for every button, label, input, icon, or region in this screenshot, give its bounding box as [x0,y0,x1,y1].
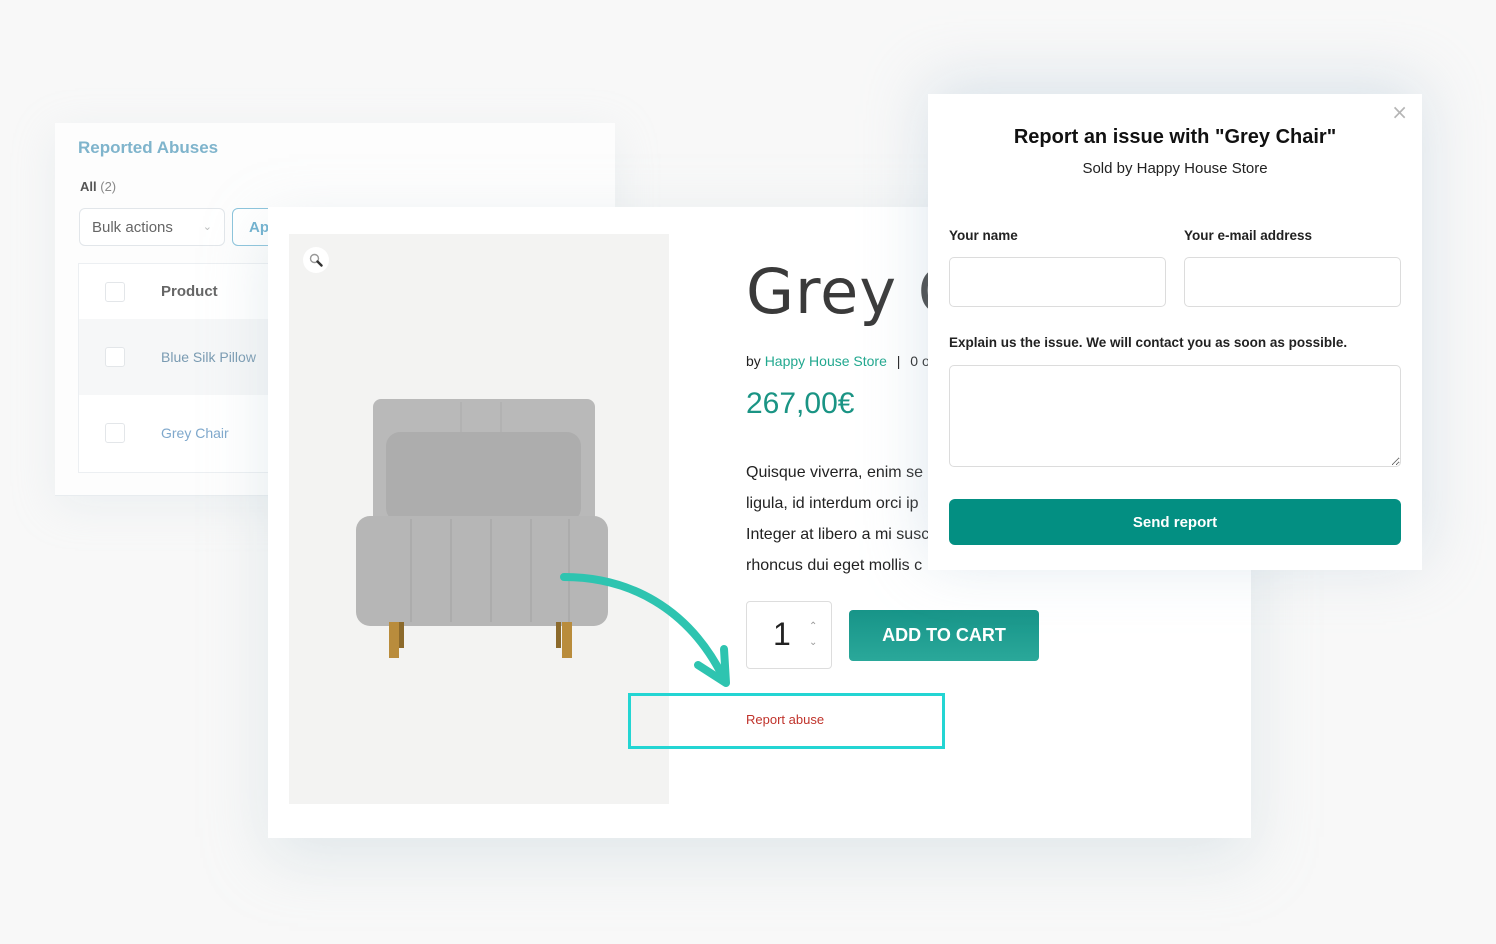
bulk-actions-select[interactable]: Bulk actions ⌄ [79,208,225,246]
zoom-button[interactable] [303,247,329,273]
product-link[interactable]: Blue Silk Pillow [161,349,256,365]
name-label: Your name [949,228,1018,243]
product-price: 267,00€ [746,387,855,420]
product-meta: by Happy House Store | 0 ord [746,353,942,369]
product-link[interactable]: Grey Chair [161,425,229,441]
description-line: rhoncus dui eget mollis c [746,557,923,574]
report-abuse-link[interactable]: Report abuse [746,712,824,727]
close-icon[interactable]: × [1391,100,1408,124]
chevron-up-icon[interactable]: ⌃ [809,622,817,632]
product-description: Quisque viverra, enim se ligula, id inte… [746,457,929,581]
description-line: Integer at libero a mi susc [746,526,930,543]
report-issue-modal: × Report an issue with "Grey Chair" Sold… [928,94,1422,570]
filter-all-label: All [80,179,97,194]
send-report-button[interactable]: Send report [949,499,1401,545]
modal-subtitle: Sold by Happy House Store [1082,160,1268,177]
issue-textarea[interactable] [949,365,1401,467]
select-all-checkbox[interactable] [105,281,125,302]
description-line: ligula, id interdum orci ip [746,495,919,512]
quantity-value: 1 [773,616,791,652]
row-checkbox[interactable] [105,347,125,367]
email-label: Your e-mail address [1184,228,1313,243]
meta-separator: | [896,353,901,369]
modal-title: Report an issue with "Grey Chair" [1013,126,1337,148]
product-gallery [289,234,669,804]
row-checkbox[interactable] [105,423,125,443]
description-line: Quisque viverra, enim se [746,464,923,481]
store-link[interactable]: Happy House Store [765,353,887,369]
magnifier-icon [309,253,323,267]
quantity-stepper[interactable]: 1 ⌃ ⌄ [746,601,832,669]
callout-arrow-icon [560,573,730,687]
bulk-actions-label: Bulk actions [92,219,173,236]
filter-all-link[interactable]: All (2) [80,179,116,194]
report-abuse-highlight: Report abuse [628,693,945,749]
email-input[interactable] [1184,257,1401,307]
add-to-cart-button[interactable]: ADD TO CART [849,610,1039,661]
chevron-down-icon[interactable]: ⌄ [809,638,817,648]
filter-count: (2) [100,179,117,194]
by-label: by [746,353,761,369]
column-header-product: Product [161,283,218,300]
chevron-down-icon: ⌄ [202,221,212,233]
issue-label: Explain us the issue. We will contact yo… [949,335,1348,350]
panel-title: Reported Abuses [78,138,219,157]
name-input[interactable] [949,257,1166,307]
